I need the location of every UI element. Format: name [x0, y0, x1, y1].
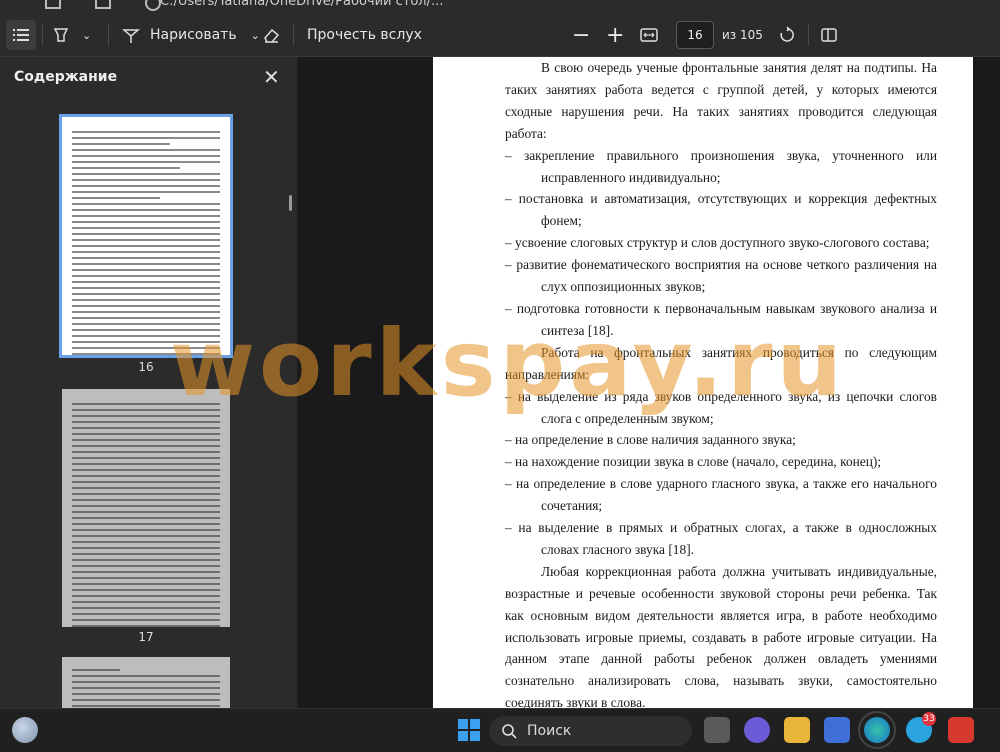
page-view-button[interactable] — [820, 14, 838, 56]
pdf-toolbar: ⌄ Нарисовать ⌄ Прочесть вслух − + 16 из … — [0, 14, 1000, 57]
back-icon[interactable] — [45, 0, 61, 9]
draw-button[interactable]: Нарисовать ⌄ — [122, 14, 260, 56]
list-item: – на выделение в прямых и обратных слога… — [505, 520, 937, 557]
plus-icon: + — [606, 22, 625, 48]
minus-icon: − — [572, 22, 591, 48]
task-view-icon[interactable] — [704, 717, 730, 743]
draw-label: Нарисовать — [150, 27, 237, 43]
page-text: В свою очередь ученые фронтальные заняти… — [505, 57, 937, 708]
document-viewer[interactable]: В свою очередь ученые фронтальные заняти… — [298, 57, 1000, 708]
zoom-out-button[interactable]: − — [572, 14, 590, 56]
thumbnail-label: 16 — [138, 360, 154, 374]
eraser-icon — [264, 28, 280, 43]
wps-office-icon[interactable] — [948, 717, 974, 743]
fit-width-icon — [640, 28, 658, 42]
list-item: – развитие фонематического восприятия на… — [505, 257, 937, 295]
read-aloud-button[interactable]: Прочесть вслух — [307, 14, 422, 56]
weather-icon[interactable] — [12, 717, 38, 743]
paragraph: В свою очередь ученые фронтальные заняти… — [505, 60, 937, 141]
search-label: Поиск — [527, 723, 572, 739]
paragraph: Любая коррекционная работа должна учитыв… — [505, 563, 937, 708]
windows-taskbar: Поиск 33 — [0, 708, 1000, 752]
page-number-input[interactable]: 16 — [676, 21, 714, 49]
read-aloud-label: Прочесть вслух — [307, 27, 422, 43]
rotate-button[interactable] — [778, 14, 796, 56]
chevron-down-icon[interactable]: ⌄ — [251, 29, 260, 42]
zoom-in-button[interactable]: + — [606, 14, 624, 56]
sidebar-title: Содержание — [14, 69, 118, 85]
sidebar-scrollbar[interactable] — [289, 195, 292, 211]
toolbar-divider — [42, 24, 43, 46]
toolbar-divider — [808, 24, 809, 46]
windows-logo-icon — [458, 719, 480, 741]
fit-page-button[interactable] — [640, 14, 658, 56]
list-item: – на определение в слове наличия заданно… — [505, 432, 796, 448]
highlighter-icon — [53, 28, 69, 42]
list-icon — [13, 29, 29, 41]
page-thumbnail-17[interactable] — [62, 389, 230, 627]
list-item: – постановка и автоматизация, отсутствую… — [505, 191, 937, 229]
close-icon[interactable]: ✕ — [263, 65, 280, 89]
home-icon[interactable] — [95, 0, 111, 9]
highlight-button[interactable]: ⌄ — [52, 14, 91, 56]
list-item: – на определение в слове ударного гласно… — [505, 476, 937, 514]
list-item: – на нахождение позиции звука в слове (н… — [505, 454, 882, 470]
toolbar-divider — [293, 24, 294, 46]
site-info-icon[interactable] — [145, 0, 161, 11]
page-view-icon — [821, 28, 837, 42]
contents-sidebar: Содержание ✕ 16 17 — [0, 57, 297, 717]
thumbnail-label: 17 — [138, 630, 154, 644]
start-button[interactable] — [456, 717, 482, 743]
chat-icon[interactable] — [744, 717, 770, 743]
pdf-page: В свою очередь ученые фронтальные заняти… — [433, 57, 973, 708]
pen-icon — [122, 29, 140, 43]
list-item: – закрепление правильного произношения з… — [505, 147, 937, 185]
page-thumbnail-16[interactable] — [59, 114, 233, 358]
store-icon[interactable] — [824, 717, 850, 743]
page-total: из 105 — [722, 28, 763, 42]
eraser-button[interactable] — [262, 14, 280, 56]
search-icon — [502, 724, 517, 739]
list-item: – подготовка готовности к первоначальным… — [505, 300, 937, 338]
toolbar-divider — [108, 24, 109, 46]
address-bar-strip: C:/Users/Tatiana/OneDrive/Рабочий стол/.… — [0, 0, 1000, 14]
chevron-down-icon[interactable]: ⌄ — [82, 29, 91, 42]
table-of-contents-button[interactable] — [6, 20, 36, 50]
address-text[interactable]: C:/Users/Tatiana/OneDrive/Рабочий стол/.… — [160, 0, 443, 9]
taskbar-search[interactable]: Поиск — [489, 716, 692, 746]
edge-browser-icon[interactable] — [858, 711, 896, 749]
file-explorer-icon[interactable] — [784, 717, 810, 743]
list-item: – усвоение слоговых структур и слов дост… — [505, 235, 930, 251]
list-item: – на выделение из ряда звуков определенн… — [505, 388, 937, 426]
rotate-icon — [780, 26, 794, 42]
notification-badge: 33 — [922, 712, 936, 726]
paragraph: Работа на фронтальных занятиях проводить… — [505, 344, 937, 382]
